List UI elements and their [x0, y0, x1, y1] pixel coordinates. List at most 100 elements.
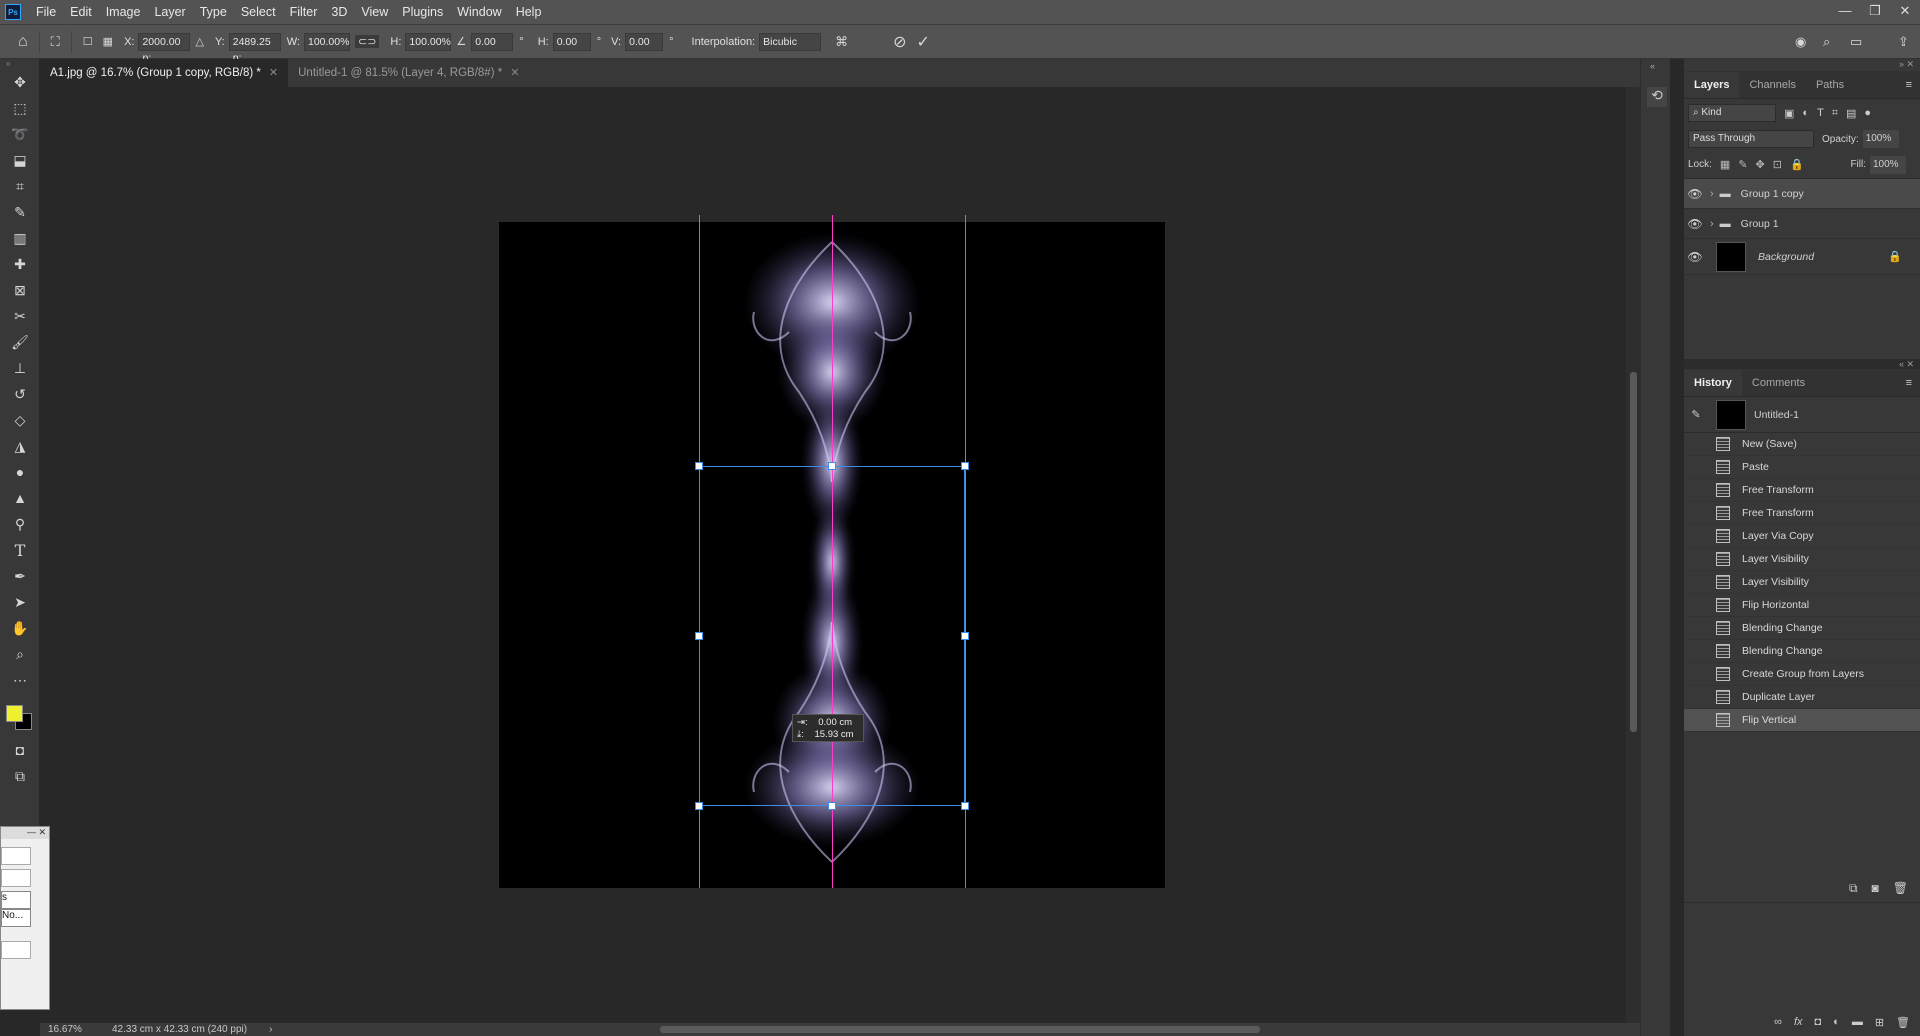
transform-handle[interactable]	[961, 802, 969, 810]
dialog-field[interactable]	[1, 869, 31, 887]
lasso-tool-icon[interactable]: ➰	[0, 121, 40, 147]
share-icon[interactable]: ⇪	[1898, 34, 1909, 50]
new-document-from-state-icon[interactable]: ⧉	[1849, 881, 1858, 902]
tab-layers[interactable]: Layers	[1684, 72, 1740, 98]
lock-position-icon[interactable]: ✥	[1756, 158, 1765, 171]
tab-untitled-1[interactable]: Untitled-1 @ 81.5% (Layer 4, RGB/8#) * ✕	[288, 59, 530, 87]
dodge-tool-icon[interactable]: ⚲	[0, 511, 40, 537]
menu-view[interactable]: View	[354, 0, 395, 24]
lock-all-icon[interactable]: 🔒	[1790, 158, 1804, 171]
menu-filter[interactable]: Filter	[283, 0, 325, 24]
paint-bucket-icon[interactable]: ◮	[0, 433, 40, 459]
collapse-panels-icon[interactable]: «	[1641, 59, 1670, 71]
warp-icon[interactable]: ⌘	[835, 34, 848, 50]
history-state[interactable]: Blending Change	[1684, 640, 1920, 663]
eraser-tool-icon[interactable]: ◇	[0, 407, 40, 433]
tab-comments[interactable]: Comments	[1742, 370, 1815, 396]
quick-mask-icon[interactable]: ◘	[0, 737, 40, 763]
zoom-tool-icon[interactable]: ⌕	[0, 641, 40, 667]
filter-adjustment-icon[interactable]: ◐	[1802, 107, 1809, 119]
dialog-button[interactable]: s	[1, 891, 31, 909]
delete-state-icon[interactable]: 🗑	[1893, 881, 1908, 902]
lock-pixels-icon[interactable]: ✎	[1738, 158, 1747, 171]
layer-name[interactable]: Background	[1758, 251, 1814, 263]
restore-button[interactable]: ❐	[1860, 0, 1890, 24]
search-icon[interactable]: ⌕	[1823, 34, 1830, 50]
stamp-tool-icon[interactable]: ⊥	[0, 355, 40, 381]
add-mask-icon[interactable]: ◘	[1815, 1016, 1822, 1036]
close-tab-icon[interactable]: ✕	[510, 59, 519, 87]
relative-position-icon[interactable]: △	[195, 35, 203, 48]
history-state[interactable]: Layer Visibility	[1684, 548, 1920, 571]
link-layers-icon[interactable]: ∞	[1774, 1016, 1782, 1036]
transform-handle[interactable]	[961, 632, 969, 640]
y-field[interactable]: 2489.25 p:	[228, 32, 281, 64]
history-brush-source-icon[interactable]: ✎	[1684, 408, 1708, 421]
transform-handle[interactable]	[695, 462, 703, 470]
history-state[interactable]: Blending Change	[1684, 617, 1920, 640]
healing-brush-icon[interactable]: ✚	[0, 251, 40, 277]
lock-artboard-icon[interactable]: ⊡	[1773, 158, 1782, 171]
layer-style-icon[interactable]: fx	[1794, 1016, 1803, 1036]
workspace-icon[interactable]: ▭	[1850, 34, 1862, 50]
layer-row-group-1-copy[interactable]: 👁 › ▬ Group 1 copy	[1684, 179, 1920, 209]
menu-edit[interactable]: Edit	[63, 0, 99, 24]
snapshot-name[interactable]: Untitled-1	[1754, 409, 1799, 421]
close-tab-icon[interactable]: ✕	[269, 59, 278, 87]
canvas-area[interactable]: ⇥: 0.00 cm ⤓: 15.93 cm	[40, 87, 1640, 1023]
dialog-button[interactable]: No...	[1, 909, 31, 927]
menu-plugins[interactable]: Plugins	[395, 0, 450, 24]
brush-tool-icon[interactable]: 🖌	[0, 329, 40, 355]
filter-shape-icon[interactable]: ⌗	[1832, 107, 1838, 120]
w-field[interactable]: 100.00%	[303, 32, 350, 51]
filter-type-icon[interactable]: T	[1817, 107, 1824, 119]
blend-mode-select[interactable]: Pass Through	[1688, 130, 1814, 148]
history-state[interactable]: Paste	[1684, 456, 1920, 479]
filter-kind-select[interactable]: ⌕ Kind	[1688, 104, 1776, 122]
eyedropper-tool-icon[interactable]: ✎	[0, 199, 40, 225]
transform-icon[interactable]: ⛶	[51, 34, 60, 50]
sharpen-tool-icon[interactable]: ▲	[0, 485, 40, 511]
history-state[interactable]: New (Save)	[1684, 433, 1920, 456]
h-field[interactable]: 100.00%	[405, 32, 452, 51]
menu-file[interactable]: File	[29, 0, 63, 24]
history-state[interactable]: Free Transform	[1684, 479, 1920, 502]
close-button[interactable]: ✕	[1890, 0, 1920, 24]
delete-layer-icon[interactable]: 🗑	[1896, 1016, 1910, 1036]
artboard-tool-icon[interactable]: ⬚	[0, 95, 40, 121]
transform-handle[interactable]	[828, 462, 836, 470]
guide-line-right[interactable]	[965, 215, 966, 888]
tab-channels[interactable]: Channels	[1739, 72, 1805, 98]
history-state[interactable]: Layer Visibility	[1684, 571, 1920, 594]
frame-tool-icon[interactable]: ⊠	[0, 277, 40, 303]
new-snapshot-icon[interactable]: ◙	[1872, 881, 1879, 902]
transform-handle[interactable]	[695, 802, 703, 810]
panel-menu-icon[interactable]: ≡	[1906, 72, 1912, 98]
layer-name[interactable]: Group 1	[1741, 218, 1779, 230]
menu-select[interactable]: Select	[234, 0, 283, 24]
menu-window[interactable]: Window	[450, 0, 508, 24]
horizontal-scrollbar-thumb[interactable]	[660, 1026, 1260, 1033]
layer-row-group-1[interactable]: 👁 › ▬ Group 1	[1684, 209, 1920, 239]
menu-3d[interactable]: 3D	[324, 0, 354, 24]
angle-field[interactable]: 0.00	[471, 32, 514, 51]
history-brush-icon[interactable]: ↺	[0, 381, 40, 407]
screen-mode-icon[interactable]: ⧉	[0, 763, 40, 789]
vskew-field[interactable]: 0.00	[625, 32, 664, 51]
vertical-scrollbar[interactable]	[1626, 87, 1640, 1023]
floating-dialog[interactable]: — ✕ s No...	[0, 826, 50, 1010]
new-layer-icon[interactable]: ⊞	[1875, 1016, 1884, 1036]
transform-bounding-box[interactable]	[699, 466, 965, 806]
status-chevron-icon[interactable]: ›	[269, 1024, 272, 1035]
path-select-icon[interactable]: ➤	[0, 589, 40, 615]
blur-tool-icon[interactable]: ●	[0, 459, 40, 485]
history-panel-icon[interactable]: ⟲	[1647, 87, 1667, 107]
opacity-field[interactable]: 100%	[1862, 130, 1899, 148]
filter-smart-object-icon[interactable]: ▤	[1846, 107, 1856, 120]
minimize-button[interactable]: —	[1830, 0, 1860, 24]
history-snapshot-row[interactable]: ✎ Untitled-1	[1684, 397, 1920, 433]
move-tool-icon[interactable]: ✥	[0, 69, 40, 95]
history-state[interactable]: Flip Vertical	[1684, 709, 1920, 732]
visibility-eye-icon[interactable]: 👁	[1684, 250, 1706, 264]
interpolation-select[interactable]: Bicubic	[759, 32, 822, 51]
